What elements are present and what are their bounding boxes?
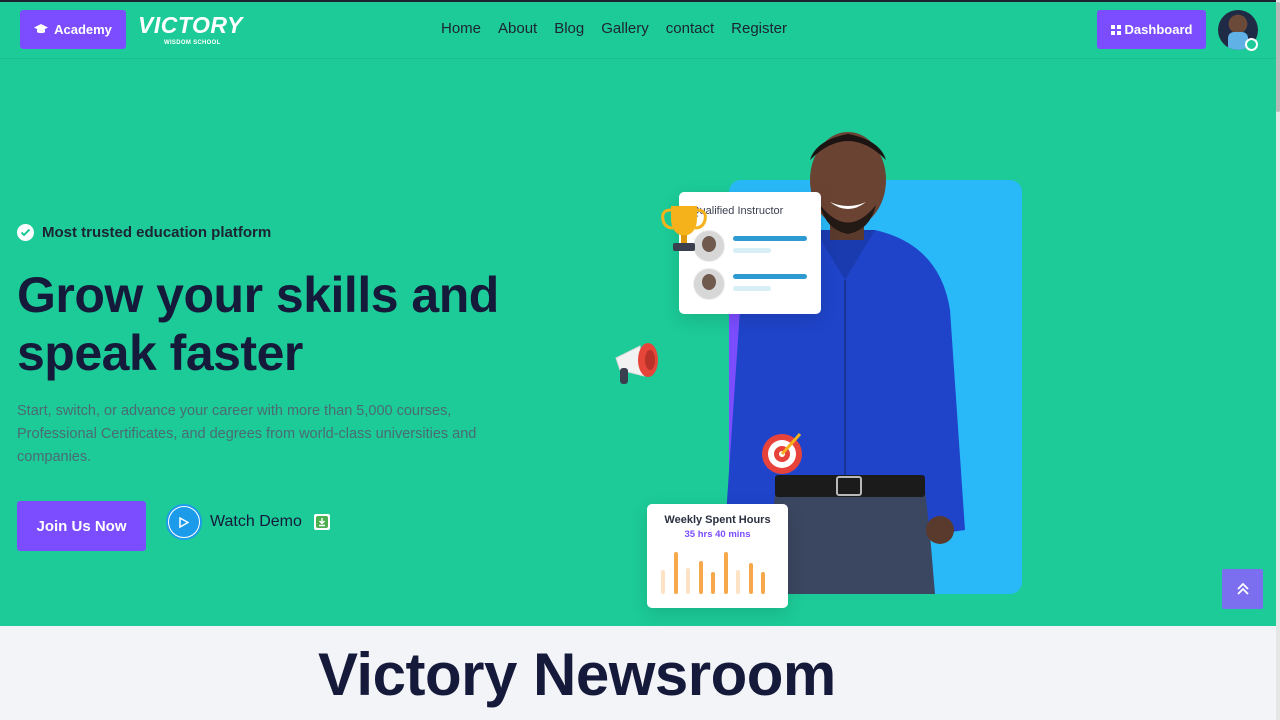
logo-text: VICTORY	[138, 12, 243, 38]
nav-home[interactable]: Home	[441, 20, 481, 37]
weekly-hours-bar	[748, 563, 753, 594]
weekly-hours-title: Weekly Spent Hours	[664, 514, 771, 526]
nav-gallery[interactable]: Gallery	[601, 20, 649, 37]
nav-about[interactable]: About	[498, 20, 537, 37]
megaphone-icon	[615, 343, 658, 384]
watch-demo-link[interactable]: Watch Demo	[166, 504, 330, 540]
weekly-hours-value: 35 hrs 40 mins	[684, 529, 751, 540]
trophy-icon	[661, 206, 707, 251]
trusted-text: Most trusted education platform	[42, 224, 272, 241]
weekly-hours-card: Weekly Spent Hours 35 hrs 40 mins	[647, 504, 788, 608]
weekly-hours-bar	[686, 567, 690, 594]
download-icon	[313, 514, 330, 530]
nav-register[interactable]: Register	[731, 20, 787, 37]
nav-blog[interactable]: Blog	[554, 20, 584, 37]
academy-button[interactable]: Academy	[20, 10, 126, 49]
scroll-to-top-button[interactable]	[1222, 569, 1263, 609]
hero-description: Start, switch, or advance your career wi…	[17, 403, 477, 465]
weekly-hours-bar	[711, 572, 715, 594]
scrollbar-thumb[interactable]	[1276, 2, 1280, 112]
target-icon	[762, 432, 802, 474]
logo-subtext: WISDOM SCHOOL	[164, 40, 221, 46]
join-us-button[interactable]: Join Us Now	[17, 501, 146, 551]
play-icon[interactable]	[166, 504, 202, 540]
instructor-row	[693, 268, 811, 300]
page-scrollbar[interactable]	[1276, 0, 1280, 720]
victory-logo[interactable]: VICTORY WISDOM SCHOOL	[138, 12, 242, 50]
hero-headline: Grow your skills and speak faster	[17, 266, 537, 382]
weekly-hours-bar	[723, 552, 728, 594]
nav-contact[interactable]: contact	[666, 20, 714, 37]
dashboard-button-label: Dashboard	[1124, 22, 1193, 37]
newsroom-title: Victory Newsroom	[318, 641, 836, 708]
weekly-hours-bar	[761, 572, 765, 594]
online-status-dot	[1245, 38, 1258, 51]
grid-icon	[1110, 24, 1121, 35]
dashboard-button[interactable]: Dashboard	[1097, 10, 1206, 49]
check-circle-icon	[17, 224, 34, 241]
weekly-hours-bar	[736, 569, 740, 594]
instructor-avatar	[693, 268, 725, 300]
trusted-badge: Most trusted education platform	[17, 224, 271, 241]
weekly-hours-bars	[661, 550, 773, 594]
weekly-hours-bar	[661, 569, 665, 594]
site-header: Academy VICTORY WISDOM SCHOOL Home About…	[0, 2, 1276, 59]
academy-button-label: Academy	[54, 22, 112, 37]
weekly-hours-bar	[673, 552, 678, 594]
main-nav: Home About Blog Gallery contact Register	[441, 20, 787, 37]
graduation-cap-icon	[34, 24, 49, 34]
double-chevron-up-icon	[1236, 582, 1249, 595]
headline-line-1: Grow your skills and	[17, 267, 499, 323]
headline-line-2: speak faster	[17, 325, 303, 381]
weekly-hours-bar	[698, 561, 703, 594]
instructor-row	[693, 230, 811, 262]
watch-demo-label: Watch Demo	[210, 513, 302, 530]
